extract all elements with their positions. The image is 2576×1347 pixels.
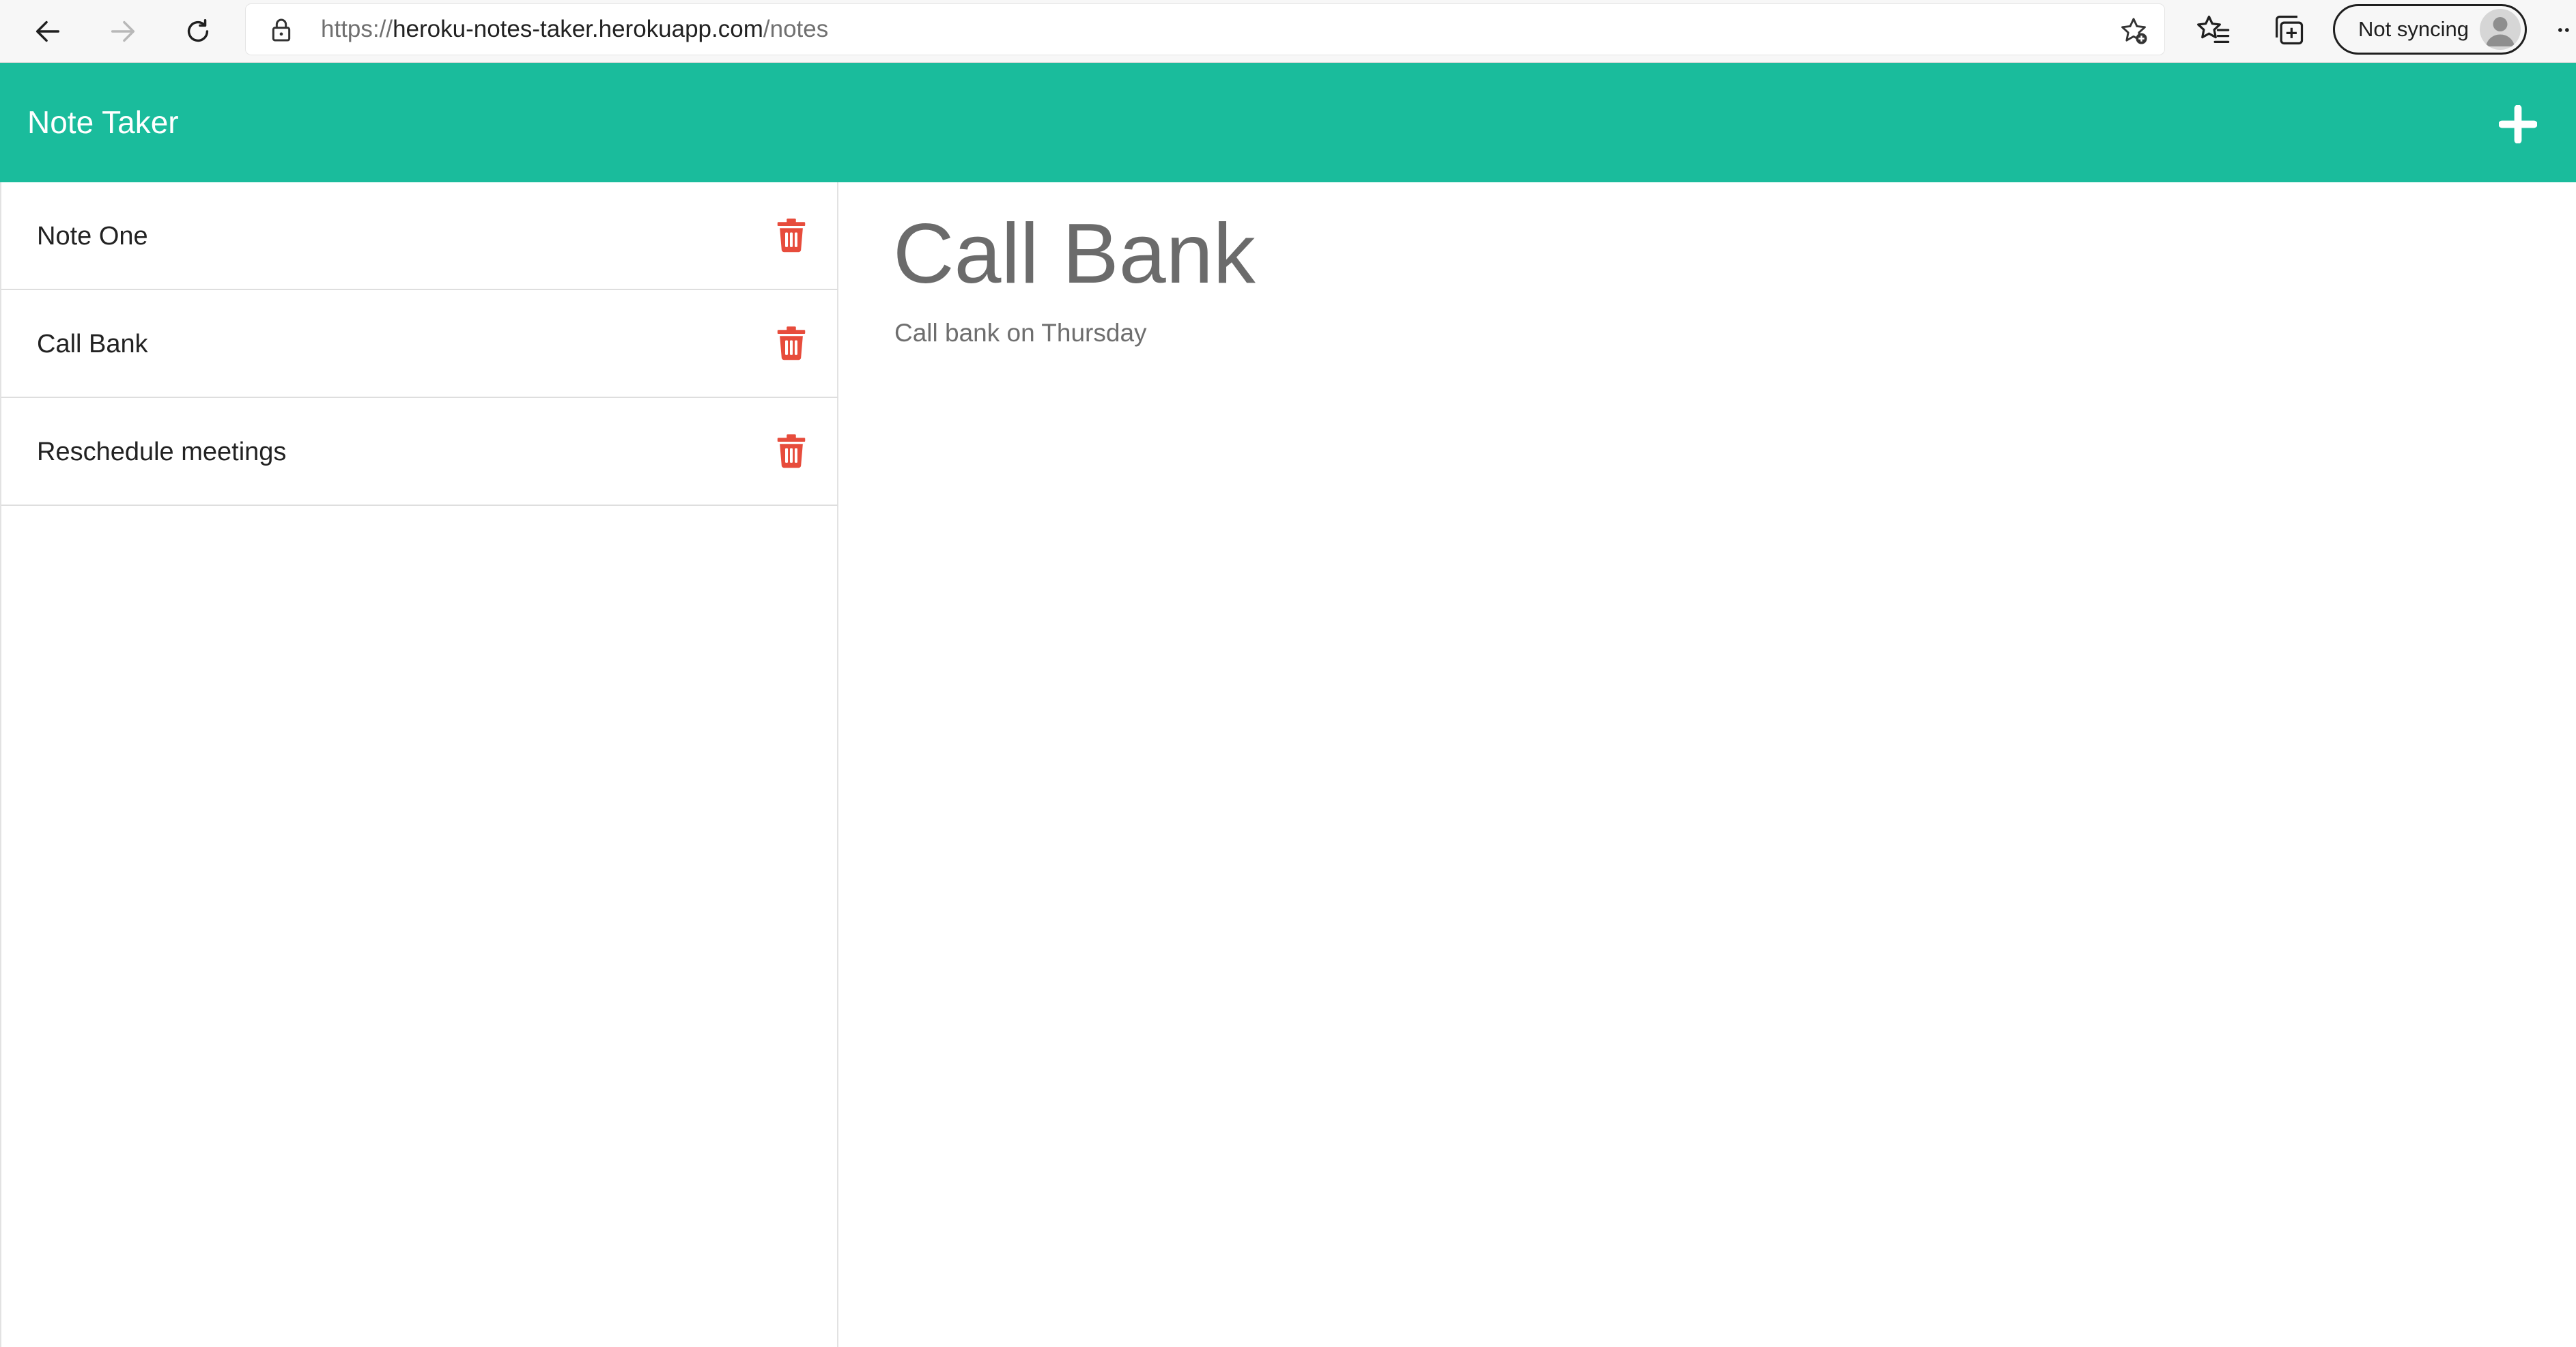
note-list-item-title: Note One xyxy=(37,222,148,251)
sync-status-label: Not syncing xyxy=(2358,17,2469,41)
note-text-field[interactable]: Call bank on Thursday xyxy=(894,316,1147,350)
delete-note-button[interactable] xyxy=(773,216,810,255)
refresh-icon xyxy=(187,18,209,42)
app-title[interactable]: Note Taker xyxy=(27,63,179,182)
back-button[interactable] xyxy=(25,8,71,55)
note-view: Call Bank Call bank on Thursday xyxy=(838,182,2576,1347)
note-list-item-note-one[interactable]: Note One xyxy=(1,182,838,290)
new-note-button[interactable] xyxy=(2499,105,2537,143)
app-header: Note Taker xyxy=(0,63,2576,182)
url-path: /notes xyxy=(763,16,829,42)
address-bar[interactable]: https://heroku-notes-taker.herokuapp.com… xyxy=(246,4,2164,55)
add-favorite-icon[interactable] xyxy=(2118,15,2149,46)
collections-icon[interactable] xyxy=(2271,12,2306,48)
refresh-button[interactable] xyxy=(175,8,221,55)
profile-avatar-icon xyxy=(2480,9,2521,50)
note-list-item-title: Call Bank xyxy=(37,330,148,358)
note-list: Note One Call Bank Reschedule meetings xyxy=(0,182,838,1347)
profile-sync-button[interactable]: Not syncing xyxy=(2333,4,2527,55)
note-title-field[interactable]: Call Bank xyxy=(893,203,1256,305)
trash-icon xyxy=(777,434,806,468)
back-arrow-icon xyxy=(36,20,60,42)
url-host: heroku-notes-taker.herokuapp.com xyxy=(393,16,763,42)
lock-icon[interactable] xyxy=(268,16,295,44)
browser-toolbar: https://heroku-notes-taker.herokuapp.com… xyxy=(0,0,2576,63)
forward-arrow-icon xyxy=(111,20,135,42)
forward-button[interactable] xyxy=(100,8,146,55)
delete-note-button[interactable] xyxy=(773,324,810,363)
note-list-item-reschedule-meetings[interactable]: Reschedule meetings xyxy=(1,398,838,506)
delete-note-button[interactable] xyxy=(773,432,810,470)
more-icon[interactable] xyxy=(2553,16,2576,44)
plus-icon xyxy=(2499,105,2537,143)
note-list-item-title: Reschedule meetings xyxy=(37,438,287,466)
trash-icon xyxy=(777,326,806,360)
note-list-item-call-bank[interactable]: Call Bank xyxy=(1,290,838,398)
trash-icon xyxy=(777,218,806,253)
url-scheme: https:// xyxy=(321,16,393,42)
url-text[interactable]: https://heroku-notes-taker.herokuapp.com… xyxy=(321,4,828,55)
favorites-icon[interactable] xyxy=(2196,12,2231,48)
